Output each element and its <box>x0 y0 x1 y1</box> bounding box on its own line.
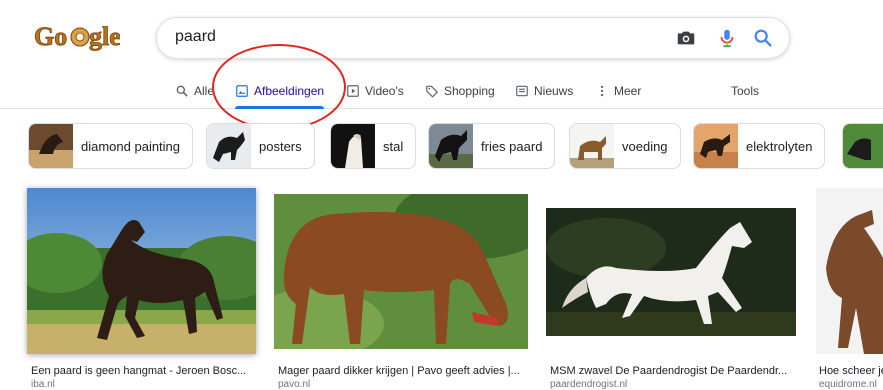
search-tabs: Alle Afbeeldingen Video's Shopping Nieuw… <box>0 74 883 109</box>
newspaper-icon <box>516 85 528 97</box>
chip-thumbnail <box>843 124 883 168</box>
tab-meer[interactable]: Meer <box>595 74 641 108</box>
horse-image <box>274 194 528 349</box>
tab-shopping[interactable]: Shopping <box>425 74 495 108</box>
result-thumbnail[interactable] <box>27 188 256 354</box>
tab-label: Meer <box>614 84 642 98</box>
chip-diamond-painting[interactable]: diamond painting <box>28 123 194 169</box>
horse-image <box>27 188 256 354</box>
chip-thumbnail <box>570 124 614 168</box>
chip-stal[interactable]: stal <box>330 123 417 169</box>
chip-thumbnail <box>694 124 738 168</box>
search-icon[interactable] <box>752 27 774 49</box>
result-source: paardendrogist.nl <box>550 379 628 390</box>
tab-afbeeldingen[interactable]: Afbeeldingen <box>235 74 325 109</box>
microphone-icon[interactable] <box>716 27 738 49</box>
more-vert-icon <box>600 85 604 97</box>
result-thumbnail[interactable] <box>816 188 883 354</box>
chip-label: voeding <box>622 138 668 154</box>
chip-thumbnail <box>207 124 251 168</box>
result-title[interactable]: Mager paard dikker krijgen | Pavo geeft … <box>278 365 526 377</box>
image-result[interactable]: MSM zwavel De Paardendrogist De Paardend… <box>546 188 798 390</box>
result-thumbnail[interactable] <box>274 194 528 349</box>
google-logo[interactable]: Go gle <box>34 20 122 52</box>
svg-text:gle: gle <box>89 22 120 51</box>
video-icon <box>347 85 359 97</box>
suggestion-chips: diamond painting posters stal fries paar… <box>0 123 883 169</box>
header: Go gle paard Alle Afbeeldingen Video's S… <box>0 0 883 130</box>
result-title[interactable]: Een paard is geen hangmat - Jeroen Bosc.… <box>31 365 253 377</box>
horse-image <box>546 208 796 336</box>
tab-label: Shopping <box>444 84 495 98</box>
chip-voeding[interactable]: voeding <box>569 123 681 169</box>
tab-label: Nieuws <box>534 84 574 98</box>
tab-nieuws[interactable]: Nieuws <box>515 74 573 108</box>
image-result[interactable]: Hoe scheer je een paard equidrome.nl <box>816 188 883 390</box>
tab-tools[interactable]: Tools <box>731 74 759 108</box>
tab-videos[interactable]: Video's <box>346 74 404 108</box>
tab-label: Video's <box>365 84 404 98</box>
search-icon <box>176 85 188 97</box>
chip-thumbnail <box>331 124 375 168</box>
chip-elektrolyten[interactable]: elektrolyten <box>693 123 826 169</box>
result-source: pavo.nl <box>278 379 311 390</box>
chip-label: fries paard <box>481 138 543 154</box>
image-result[interactable]: Een paard is geen hangmat - Jeroen Bosc.… <box>27 188 258 390</box>
horse-image <box>816 188 883 354</box>
svg-text:Go: Go <box>34 22 67 51</box>
chip-partial[interactable] <box>842 123 883 169</box>
chip-label: posters <box>259 138 302 154</box>
search-input[interactable]: paard <box>175 28 216 46</box>
image-icon <box>236 85 248 97</box>
chip-posters[interactable]: posters <box>206 123 315 169</box>
chip-thumbnail <box>429 124 473 168</box>
result-title[interactable]: Hoe scheer je een paard <box>819 365 883 377</box>
result-thumbnail[interactable] <box>546 208 796 336</box>
tab-label: Tools <box>731 84 760 98</box>
image-results: Een paard is geen hangmat - Jeroen Bosc.… <box>0 188 883 390</box>
image-result[interactable]: Mager paard dikker krijgen | Pavo geeft … <box>274 188 528 390</box>
tag-icon <box>426 85 439 98</box>
tab-alle[interactable]: Alle <box>175 74 214 108</box>
chip-label: elektrolyten <box>746 138 813 154</box>
result-source: equidrome.nl <box>819 379 877 390</box>
tab-label: Alle <box>194 84 215 98</box>
search-box[interactable]: paard <box>156 17 790 59</box>
tab-label: Afbeeldingen <box>254 84 325 98</box>
result-source: iba.nl <box>31 379 55 390</box>
chip-fries-paard[interactable]: fries paard <box>428 123 556 169</box>
chip-label: stal <box>383 138 404 154</box>
chip-thumbnail <box>29 124 73 168</box>
camera-icon[interactable] <box>675 27 697 49</box>
result-title[interactable]: MSM zwavel De Paardendrogist De Paardend… <box>550 365 796 377</box>
chip-label: diamond painting <box>81 138 181 154</box>
